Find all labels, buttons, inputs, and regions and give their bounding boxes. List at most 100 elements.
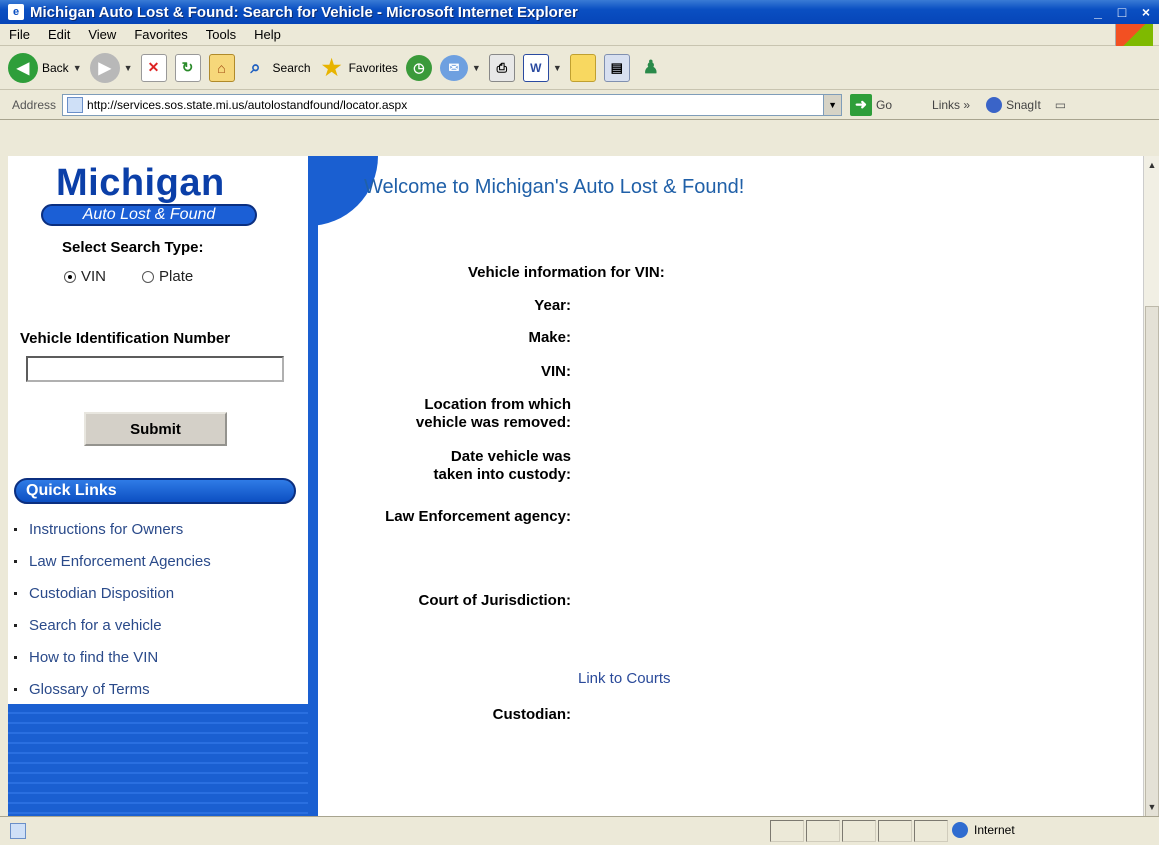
custody-date-label: Date vehicle was taken into custody: [433,448,571,484]
logo-subtitle: Auto Lost & Found [41,204,257,226]
print-icon: ⎙ [488,53,515,82]
status-bar: Internet [0,816,1159,845]
search-type-options: VIN Plate [64,268,193,285]
go-button[interactable]: ➜ Go [850,93,892,116]
menu-edit[interactable]: Edit [39,27,79,42]
location-label-line2: vehicle was removed: [415,414,571,431]
radio-plate[interactable] [142,270,155,283]
vertical-scrollbar[interactable]: ▲ ▼ [1143,156,1159,836]
page-icon [67,96,84,113]
browser-window: e Michigan Auto Lost & Found: Search for… [0,0,1159,845]
page-status-icon [10,823,26,839]
courts-link[interactable]: Link to Courts [578,670,671,687]
windows-logo-icon [1115,24,1153,46]
edit-button[interactable]: W ▼ [522,53,562,82]
discuss-button[interactable] [569,53,596,82]
address-label: Address [12,97,57,112]
refresh-button[interactable]: ↻ [174,53,201,82]
scroll-thumb[interactable] [1145,306,1159,836]
chevron-down-icon[interactable]: ▼ [124,63,133,73]
custody-date-line1: Date vehicle was [450,448,571,465]
maximize-button[interactable]: □ [1111,2,1133,22]
toolbar: ◀ Back ▼ ▶ ▼ ✕ ↻ ⌂ ⌕ Search ★ Favorites … [0,46,1159,90]
bullet-icon [14,687,17,691]
chevron-down-icon[interactable]: ▼ [73,63,82,73]
sidebar: Michigan Auto Lost & Found Select Search… [8,156,308,704]
stop-button[interactable]: ✕ [140,53,167,82]
close-button[interactable]: × [1135,2,1157,22]
submit-button[interactable]: Submit [84,412,227,446]
quick-link-find-vin[interactable]: How to find the VIN [10,641,211,673]
search-label: Search [272,60,311,75]
scroll-down-icon[interactable]: ▼ [1144,800,1159,814]
forward-arrow-icon: ▶ [89,52,120,83]
bullet-icon [14,591,17,595]
quick-links-header: Quick Links [14,478,296,504]
favorites-button[interactable]: ★ Favorites [319,54,398,82]
blue-divider [308,156,318,816]
forward-button[interactable]: ▶ ▼ [89,52,133,83]
address-url: http://services.sos.state.mi.us/autolost… [87,97,408,112]
go-arrow-icon: ➜ [850,93,873,116]
links-button[interactable]: Links » [932,98,970,112]
scroll-up-icon[interactable]: ▲ [1144,158,1159,172]
word-icon: W [522,53,549,82]
bullet-icon [14,527,17,531]
research-icon: ▤ [603,53,630,82]
messenger-icon: ♟ [642,57,659,77]
status-panes [770,820,950,842]
menu-view[interactable]: View [79,27,125,42]
quick-link-label: How to find the VIN [29,648,159,666]
info-header: Vehicle information for VIN: [468,264,665,281]
mail-button[interactable]: ✉ ▼ [439,54,481,81]
quick-link-search[interactable]: Search for a vehicle [10,609,211,641]
back-label: Back [42,60,69,75]
quick-link-label: Custodian Disposition [29,584,175,602]
search-button[interactable]: ⌕ Search [243,54,311,82]
quick-link-custodian[interactable]: Custodian Disposition [10,577,211,609]
snagit-button[interactable]: SnagIt [986,96,1041,113]
quick-link-agencies[interactable]: Law Enforcement Agencies [10,545,211,577]
back-button[interactable]: ◀ Back ▼ [8,52,82,83]
print-button[interactable]: ⎙ [488,53,515,82]
location-label-line1: Location from which [424,396,571,413]
welcome-heading: Welcome to Michigan's Auto Lost & Found! [364,176,745,198]
history-button[interactable]: ◷ [405,54,432,81]
menu-favorites[interactable]: Favorites [125,27,196,42]
snagit-icon [986,96,1003,113]
address-input[interactable]: http://services.sos.state.mi.us/autolost… [62,93,843,116]
status-pane [878,820,912,842]
vin-input[interactable] [26,356,284,382]
quick-link-instructions[interactable]: Instructions for Owners [10,513,211,545]
sidebar-streaks [8,704,318,816]
address-bar: Address http://services.sos.state.mi.us/… [0,90,1159,120]
stop-icon: ✕ [140,53,167,82]
year-label: Year: [534,297,571,314]
vin-result-label: VIN: [541,363,571,380]
radio-vin-label: VIN [81,268,107,285]
page-content: Michigan Auto Lost & Found Select Search… [8,156,1143,816]
chevron-down-icon[interactable]: ▼ [472,63,481,73]
snagit-label: SnagIt [1006,97,1041,112]
ie-icon: e [8,4,24,20]
search-type-label: Select Search Type: [62,239,204,256]
chevron-down-icon[interactable]: ▼ [553,63,562,73]
quick-link-label: Instructions for Owners [29,520,184,538]
location-label: Location from which vehicle was removed: [416,396,571,432]
snagit-capture-icon[interactable]: ▭ [1055,98,1066,112]
back-arrow-icon: ◀ [8,52,38,83]
menu-tools[interactable]: Tools [197,27,245,42]
search-icon: ⌕ [250,57,261,77]
menu-file[interactable]: File [0,27,39,42]
quick-links-list: Instructions for Owners Law Enforcement … [10,513,211,705]
window-title: Michigan Auto Lost & Found: Search for V… [30,3,578,21]
messenger-button[interactable]: ♟ [638,54,664,82]
radio-plate-label: Plate [159,268,194,285]
chevron-down-icon[interactable]: ▼ [823,94,842,115]
home-button[interactable]: ⌂ [208,53,235,82]
quick-link-glossary[interactable]: Glossary of Terms [10,673,211,705]
radio-vin[interactable] [64,270,76,283]
menu-help[interactable]: Help [245,27,290,42]
minimize-button[interactable]: _ [1087,2,1109,22]
research-button[interactable]: ▤ [603,53,630,82]
